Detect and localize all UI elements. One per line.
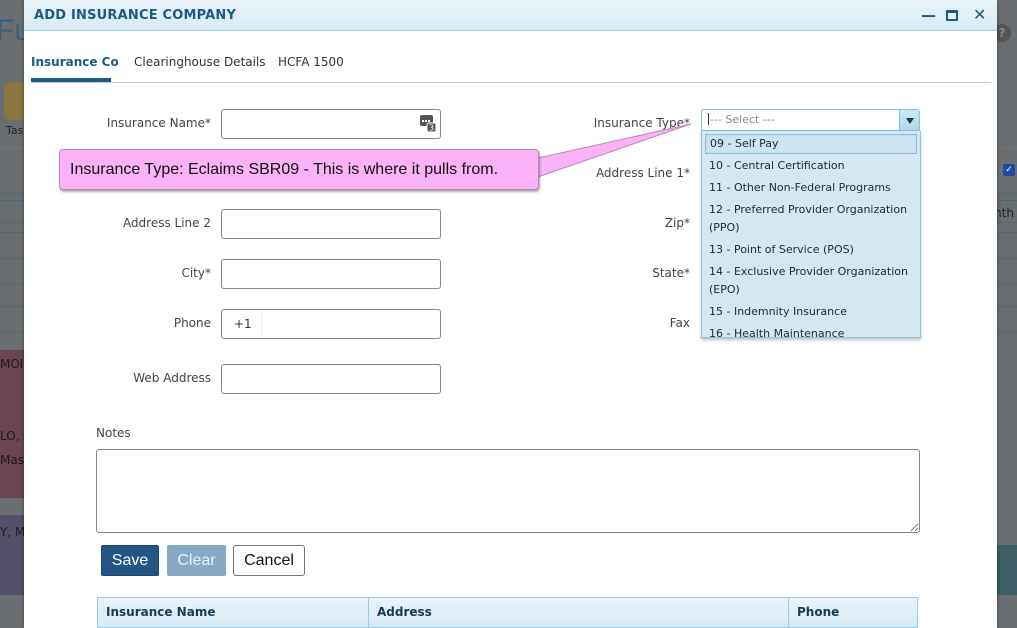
- dropdown-option[interactable]: 10 - Central Certification: [702, 155, 920, 177]
- save-button[interactable]: Save: [101, 545, 159, 576]
- zip-label: Zip*: [664, 216, 690, 230]
- insurance-type-label: Insurance Type*: [593, 116, 690, 130]
- column-header-phone[interactable]: Phone: [789, 598, 918, 627]
- insurance-type-select[interactable]: --- Select ---: [701, 109, 920, 131]
- web-address-input[interactable]: [221, 364, 441, 394]
- address-line-1-label: Address Line 1*: [595, 166, 690, 180]
- insurance-name-input[interactable]: 3: [221, 109, 441, 139]
- tab-clearinghouse-details[interactable]: Clearinghouse Details: [134, 55, 266, 69]
- checkbox-checked-icon: ✓: [1003, 164, 1015, 176]
- maximize-button[interactable]: [946, 10, 958, 21]
- tab-insurance-co[interactable]: Insurance Co: [31, 55, 119, 69]
- password-manager-icon[interactable]: 3: [420, 115, 436, 132]
- web-address-label: Web Address: [133, 371, 211, 385]
- background-row-text: Mas: [0, 453, 24, 467]
- notes-label: Notes: [96, 426, 131, 440]
- dropdown-option[interactable]: 11 - Other Non-Federal Programs: [702, 177, 920, 199]
- annotation-callout: Insurance Type: Eclaims SBR09 - This is …: [59, 149, 539, 190]
- insurance-type-dropdown-list[interactable]: 09 - Self Pay 10 - Central Certification…: [701, 131, 921, 338]
- dialog-tabs: Insurance Co Clearinghouse Details HCFA …: [31, 47, 991, 83]
- dropdown-option[interactable]: 16 - Health Maintenance Organization: [702, 323, 920, 337]
- close-button[interactable]: ✕: [973, 7, 986, 23]
- callout-text: Insurance Type: Eclaims SBR09 - This is …: [70, 161, 499, 178]
- dialog-title: ADD INSURANCE COMPANY: [34, 8, 237, 23]
- dialog-header: ADD INSURANCE COMPANY — ✕: [24, 0, 997, 31]
- phone-country-code: +1: [222, 310, 262, 338]
- insurance-type-placeholder: --- Select ---: [710, 113, 775, 126]
- city-input[interactable]: [221, 259, 441, 289]
- state-label: State*: [652, 266, 690, 280]
- dropdown-option[interactable]: 12 - Preferred Provider Organization (PP…: [702, 199, 920, 239]
- dropdown-option[interactable]: 14 - Exclusive Provider Organization (EP…: [702, 261, 920, 301]
- column-header-insurance-name[interactable]: Insurance Name: [98, 598, 369, 627]
- tab-hcfa-1500[interactable]: HCFA 1500: [278, 55, 344, 69]
- phone-label: Phone: [173, 316, 211, 330]
- tasks-label: Tas: [6, 124, 24, 137]
- cancel-button[interactable]: Cancel: [233, 545, 305, 576]
- insurance-grid-header: Insurance Name Address Phone: [97, 597, 918, 628]
- dropdown-option[interactable]: 09 - Self Pay: [705, 134, 917, 154]
- background-column-header: nth: [994, 206, 1014, 220]
- active-tab-indicator: [31, 78, 111, 82]
- phone-input[interactable]: +1: [221, 309, 441, 339]
- add-insurance-company-dialog: ADD INSURANCE COMPANY — ✕ Insurance Co C…: [24, 0, 997, 628]
- dropdown-arrow-icon[interactable]: [899, 110, 919, 130]
- background-panel: [997, 545, 1017, 595]
- dropdown-option[interactable]: 13 - Point of Service (POS): [702, 239, 920, 261]
- notes-textarea[interactable]: [96, 449, 920, 533]
- dropdown-option[interactable]: 15 - Indemnity Insurance: [702, 301, 920, 323]
- insurance-name-label: Insurance Name*: [106, 116, 211, 130]
- clear-button[interactable]: Clear: [167, 545, 226, 576]
- fax-label: Fax: [669, 316, 690, 330]
- svg-text:3: 3: [429, 124, 434, 133]
- background-row-text: MOI: [0, 357, 24, 371]
- minimize-button[interactable]: —: [921, 7, 936, 23]
- address-line-2-label: Address Line 2: [122, 216, 211, 230]
- city-label: City*: [181, 266, 211, 280]
- column-header-address[interactable]: Address: [369, 598, 789, 627]
- address-line-2-input[interactable]: [221, 209, 441, 239]
